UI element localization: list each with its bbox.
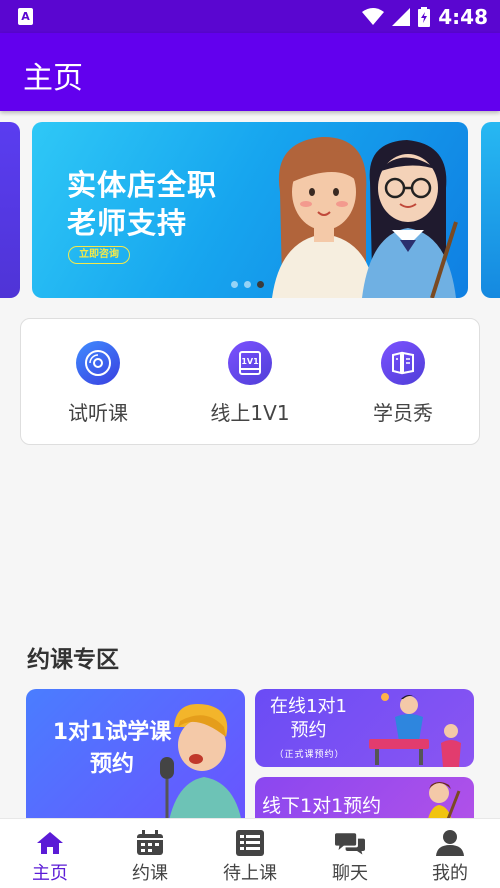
page-title: 主页 — [23, 61, 83, 96]
banner-next-peek[interactable] — [481, 122, 500, 298]
quick-actions-panel: 试听课 1V1 线上1V1 学员秀 — [20, 318, 480, 445]
online-booking-subtitle: （正式课预约） — [274, 750, 345, 760]
quick-action-trial-class[interactable]: 试听课 — [28, 341, 168, 426]
battery-icon — [418, 6, 431, 27]
quick-action-label: 线上1V1 — [210, 401, 290, 425]
tab-label: 我的 — [432, 863, 468, 884]
tab-upcoming[interactable]: 待上课 — [200, 819, 300, 888]
online-booking-line2: 预约 — [290, 720, 327, 741]
user-icon — [435, 829, 465, 857]
teachers-illustration — [272, 136, 458, 298]
sheet-music-icon — [381, 341, 425, 385]
carousel-indicator — [231, 281, 264, 288]
calendar-icon — [135, 829, 165, 857]
banner-prev-peek[interactable] — [0, 122, 20, 298]
carousel-dot — [244, 281, 251, 288]
bottom-navigation: 主页 约课 待上课 聊天 我的 — [0, 818, 500, 888]
tab-booking[interactable]: 约课 — [100, 819, 200, 888]
tab-label: 约课 — [132, 863, 168, 884]
app-bar: 主页 — [0, 33, 500, 111]
quick-action-label: 试听课 — [68, 401, 128, 425]
banner-headline-2: 老师支持 — [67, 206, 188, 240]
signal-icon — [392, 7, 411, 26]
tab-chat[interactable]: 聊天 — [300, 819, 400, 888]
home-icon — [35, 829, 65, 857]
carousel-dot — [231, 281, 238, 288]
tab-label: 主页 — [32, 863, 68, 884]
quick-action-student-show[interactable]: 学员秀 — [333, 341, 473, 426]
trial-booking-card[interactable]: 1对1试学课 预约 — [26, 689, 245, 839]
banner-carousel[interactable]: 实体店全职 老师支持 立即咨询 — [0, 122, 500, 298]
quick-action-label: 学员秀 — [373, 401, 433, 425]
svg-text:1V1: 1V1 — [241, 357, 259, 366]
banner-slide[interactable]: 实体店全职 老师支持 立即咨询 — [32, 122, 468, 298]
status-time: 4:48 — [438, 4, 488, 29]
disc-icon — [76, 341, 120, 385]
tab-label: 待上课 — [223, 863, 277, 884]
section-title: 约课专区 — [27, 647, 119, 673]
online-booking-text: 在线1对1 预约 — [261, 695, 356, 743]
carousel-dot-active — [257, 281, 264, 288]
wifi-icon — [362, 7, 385, 25]
quick-action-online-1v1[interactable]: 1V1 线上1V1 — [180, 341, 320, 426]
tab-profile[interactable]: 我的 — [400, 819, 500, 888]
consult-button[interactable]: 立即咨询 — [68, 246, 130, 264]
offline-booking-text: 线下1对1预约 — [262, 795, 382, 817]
list-icon — [235, 829, 265, 857]
banner-headline-1: 实体店全职 — [67, 168, 218, 202]
status-bar: A 4:48 — [0, 0, 500, 33]
online-booking-card[interactable]: 在线1对1 预约 （正式课预约） — [255, 689, 474, 767]
book-1v1-icon: 1V1 — [228, 341, 272, 385]
online-booking-line1: 在线1对1 — [270, 696, 347, 717]
chat-icon — [335, 829, 365, 857]
performers-illustration — [369, 693, 461, 767]
tab-label: 聊天 — [332, 863, 368, 884]
tab-home[interactable]: 主页 — [0, 819, 100, 888]
notification-a-icon: A — [18, 8, 33, 25]
